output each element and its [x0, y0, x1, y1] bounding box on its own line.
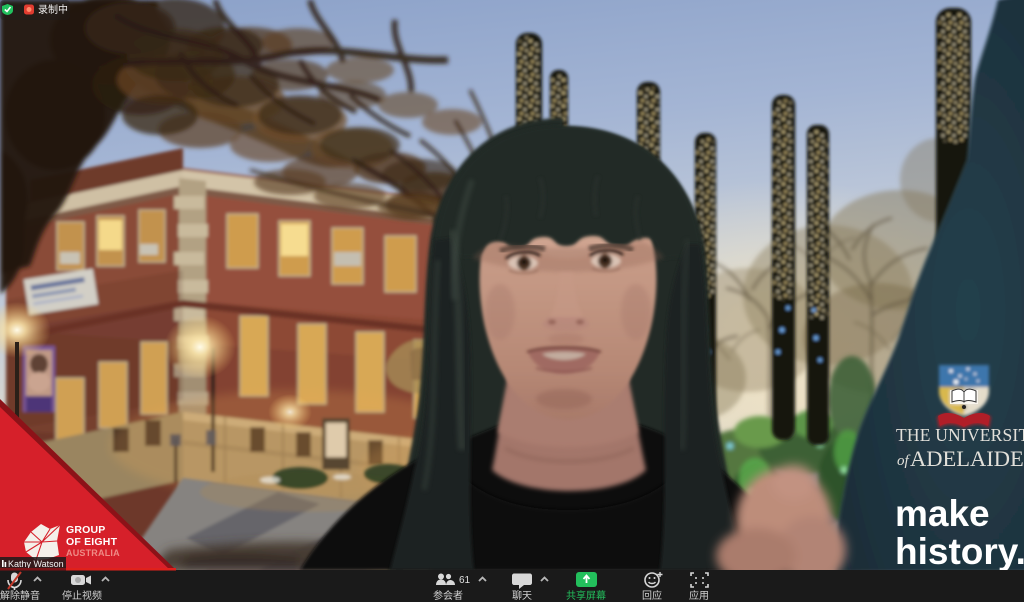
svg-text:参会者: 参会者	[433, 589, 463, 602]
svg-text:THE UNIVERSITY: THE UNIVERSITY	[896, 425, 1024, 445]
svg-text:Kathy Watson: Kathy Watson	[8, 559, 64, 569]
svg-text:history.: history.	[895, 531, 1024, 572]
svg-text:of: of	[897, 453, 911, 469]
svg-text:make: make	[895, 493, 990, 534]
svg-text:OF EIGHT: OF EIGHT	[66, 536, 118, 548]
svg-text:AUSTRALIA: AUSTRALIA	[66, 548, 120, 558]
svg-text:61: 61	[459, 575, 471, 586]
svg-text:应用: 应用	[689, 589, 709, 602]
svg-text:回应: 回应	[642, 589, 662, 602]
svg-text:共享屏幕: 共享屏幕	[566, 589, 606, 602]
svg-text:GROUP: GROUP	[66, 524, 106, 536]
svg-text:解除静音: 解除静音	[0, 589, 40, 602]
svg-text:ADELAIDE: ADELAIDE	[910, 446, 1024, 471]
svg-text:聊天: 聊天	[512, 589, 532, 602]
svg-text:录制中: 录制中	[38, 3, 68, 16]
svg-text:停止视频: 停止视频	[62, 589, 102, 602]
